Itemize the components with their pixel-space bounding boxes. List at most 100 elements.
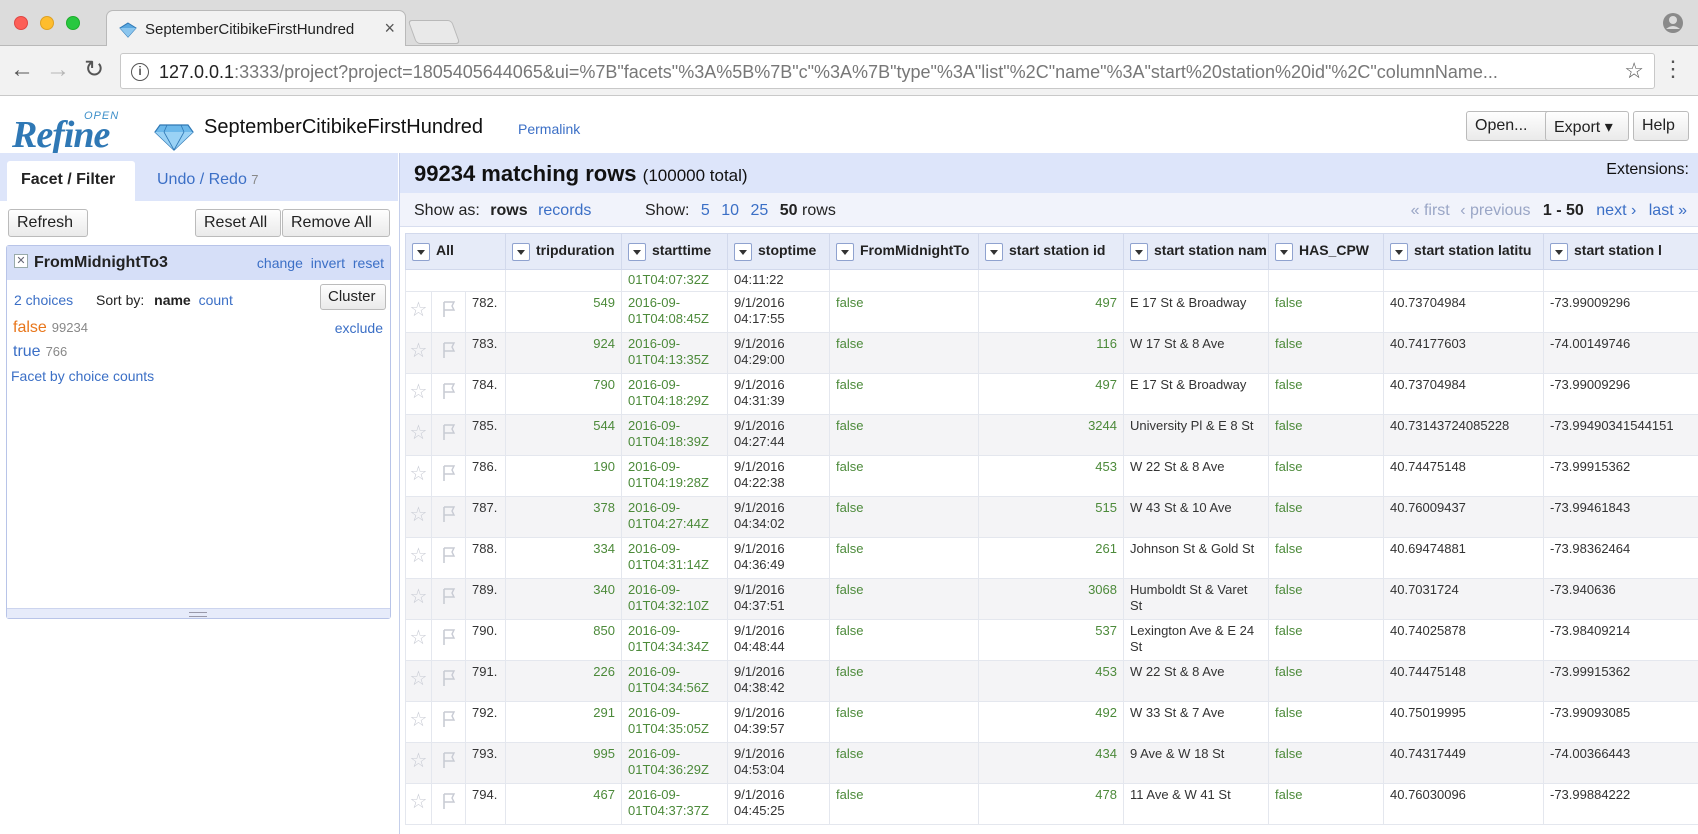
forward-arrow-icon[interactable]: → — [46, 57, 70, 83]
cell-start-station-id[interactable]: 434 — [978, 742, 1124, 784]
cell-tripduration[interactable]: 544 — [505, 414, 622, 456]
cell-starttime[interactable]: 2016-09- 01T04:18:39Z — [621, 414, 728, 456]
sort-by-name[interactable]: name — [154, 292, 191, 308]
cell-tripduration[interactable]: 924 — [505, 332, 622, 374]
column-header-stoptime[interactable]: stoptime — [727, 233, 830, 270]
cell-tripduration[interactable]: 190 — [505, 455, 622, 497]
cell-start-station-latitude[interactable]: 40.73704984 — [1383, 291, 1544, 333]
cell-start-station-latitude[interactable]: 40.74317449 — [1383, 742, 1544, 784]
cell-start-station-id[interactable]: 515 — [978, 496, 1124, 538]
column-menu-icon[interactable] — [628, 242, 646, 261]
flag-icon[interactable] — [441, 711, 457, 731]
star-icon[interactable]: ☆ — [410, 299, 428, 321]
facet-remove-icon[interactable]: ✕ — [14, 254, 28, 268]
column-header-all[interactable]: All — [405, 233, 506, 270]
cell-start-station-longitude[interactable]: -74.00366443 — [1543, 742, 1698, 784]
cell-start-station-name[interactable]: W 33 St & 7 Ave — [1123, 701, 1269, 743]
column-menu-icon[interactable] — [1550, 242, 1568, 261]
cell-start-station-longitude[interactable]: -73.99009296 — [1543, 373, 1698, 415]
facet-choice-false[interactable]: false 99234 — [13, 319, 88, 337]
cell-stoptime[interactable]: 9/1/2016 04:38:42 — [727, 660, 830, 702]
cell-starttime[interactable]: 2016-09- 01T04:34:34Z — [621, 619, 728, 661]
cell-frommidnightto3[interactable]: false — [829, 455, 979, 497]
flag-icon[interactable] — [441, 424, 457, 444]
cell-start-station-id[interactable]: 3244 — [978, 414, 1124, 456]
address-bar[interactable]: i 127.0.0.1:3333/project?project=1805405… — [120, 53, 1655, 89]
cell-start-station-name[interactable]: 11 Ave & W 41 St — [1123, 783, 1269, 825]
cell-has-cpw[interactable]: false — [1268, 332, 1384, 374]
cell-starttime[interactable]: 2016-09- 01T04:32:10Z — [621, 578, 728, 620]
refresh-button[interactable]: Refresh — [8, 209, 88, 237]
window-minimize-button[interactable] — [40, 16, 54, 30]
reset-all-button[interactable]: Reset All — [195, 209, 281, 237]
cell-start-station-longitude[interactable]: -73.98362464 — [1543, 537, 1698, 579]
cell-has-cpw[interactable]: false — [1268, 496, 1384, 538]
cell-has-cpw[interactable]: false — [1268, 783, 1384, 825]
cell-stoptime[interactable]: 9/1/2016 04:17:55 — [727, 291, 830, 333]
cell-starttime[interactable]: 2016-09- 01T04:35:05Z — [621, 701, 728, 743]
sort-by-count[interactable]: count — [199, 292, 233, 308]
cell-stoptime[interactable]: 9/1/2016 04:22:38 — [727, 455, 830, 497]
export-button[interactable]: Export ▾ — [1545, 111, 1629, 141]
page-size-10[interactable]: 10 — [721, 202, 739, 219]
cell-stoptime[interactable]: 9/1/2016 04:45:25 — [727, 783, 830, 825]
cell-tripduration[interactable]: 378 — [505, 496, 622, 538]
cell-start-station-id[interactable]: 497 — [978, 291, 1124, 333]
cell-tripduration[interactable]: 549 — [505, 291, 622, 333]
cell-has-cpw[interactable]: false — [1268, 701, 1384, 743]
flag-icon[interactable] — [441, 670, 457, 690]
cell-tripduration[interactable]: 995 — [505, 742, 622, 784]
cell-starttime[interactable]: 2016-09- 01T04:36:29Z — [621, 742, 728, 784]
cell-start-station-name[interactable]: W 22 St & 8 Ave — [1123, 455, 1269, 497]
cell-start-station-name[interactable]: W 43 St & 10 Ave — [1123, 496, 1269, 538]
cell-frommidnightto3[interactable]: false — [829, 619, 979, 661]
pager-last[interactable]: last » — [1649, 202, 1687, 219]
cell-tripduration[interactable]: 850 — [505, 619, 622, 661]
profile-icon[interactable] — [1662, 12, 1684, 34]
cell-starttime[interactable]: 2016-09- 01T04:34:56Z — [621, 660, 728, 702]
cell-start-station-latitude[interactable]: 40.74475148 — [1383, 455, 1544, 497]
facet-invert-link[interactable]: invert — [311, 255, 345, 271]
cell-start-station-latitude[interactable]: 40.73704984 — [1383, 373, 1544, 415]
cell-tripduration[interactable]: 467 — [505, 783, 622, 825]
cell-has-cpw[interactable]: false — [1268, 373, 1384, 415]
facet-reset-link[interactable]: reset — [353, 255, 384, 271]
cell-frommidnightto3[interactable]: false — [829, 291, 979, 333]
tab-facet-filter[interactable]: Facet / Filter — [7, 161, 135, 201]
browser-menu-icon[interactable]: ⋮ — [1662, 56, 1684, 82]
cell-stoptime[interactable]: 9/1/2016 04:36:49 — [727, 537, 830, 579]
cell-start-station-id[interactable]: 116 — [978, 332, 1124, 374]
window-close-button[interactable] — [14, 16, 28, 30]
cell-start-station-name[interactable]: 9 Ave & W 18 St — [1123, 742, 1269, 784]
cell-has-cpw[interactable]: false — [1268, 742, 1384, 784]
cell-start-station-longitude[interactable]: -73.99915362 — [1543, 455, 1698, 497]
open-button[interactable]: Open... — [1466, 111, 1556, 141]
cell-has-cpw[interactable]: false — [1268, 537, 1384, 579]
pager-previous[interactable]: ‹ previous — [1460, 202, 1530, 219]
column-header-start-station-latitude[interactable]: start station latitu — [1383, 233, 1544, 270]
cell-starttime[interactable]: 2016-09- 01T04:27:44Z — [621, 496, 728, 538]
project-name[interactable]: SeptemberCitibikeFirstHundred — [204, 116, 483, 139]
cell-start-station-name[interactable]: W 22 St & 8 Ave — [1123, 660, 1269, 702]
cell-starttime[interactable]: 2016-09- 01T04:18:29Z — [621, 373, 728, 415]
table-cell-starttime[interactable]: 01T04:07:32Z — [621, 269, 728, 292]
cell-start-station-latitude[interactable]: 40.74475148 — [1383, 660, 1544, 702]
star-icon[interactable]: ☆ — [410, 627, 428, 649]
star-icon[interactable]: ☆ — [410, 545, 428, 567]
column-menu-icon[interactable] — [1275, 242, 1293, 261]
browser-tab[interactable]: SeptemberCitibikeFirstHundred × — [106, 10, 406, 47]
openrefine-logo[interactable]: Refine OPEN — [12, 107, 194, 156]
cell-frommidnightto3[interactable]: false — [829, 701, 979, 743]
cell-start-station-longitude[interactable]: -73.99461843 — [1543, 496, 1698, 538]
column-menu-icon[interactable] — [836, 242, 854, 261]
cell-start-station-longitude[interactable]: -73.940636 — [1543, 578, 1698, 620]
column-header-start-station-id[interactable]: start station id — [978, 233, 1124, 270]
show-as-rows[interactable]: rows — [490, 202, 527, 219]
page-size-5[interactable]: 5 — [701, 202, 710, 219]
cell-frommidnightto3[interactable]: false — [829, 578, 979, 620]
cell-stoptime[interactable]: 9/1/2016 04:34:02 — [727, 496, 830, 538]
window-zoom-button[interactable] — [66, 16, 80, 30]
cell-start-station-longitude[interactable]: -73.99884222 — [1543, 783, 1698, 825]
cell-start-station-latitude[interactable]: 40.76030096 — [1383, 783, 1544, 825]
cell-has-cpw[interactable]: false — [1268, 619, 1384, 661]
